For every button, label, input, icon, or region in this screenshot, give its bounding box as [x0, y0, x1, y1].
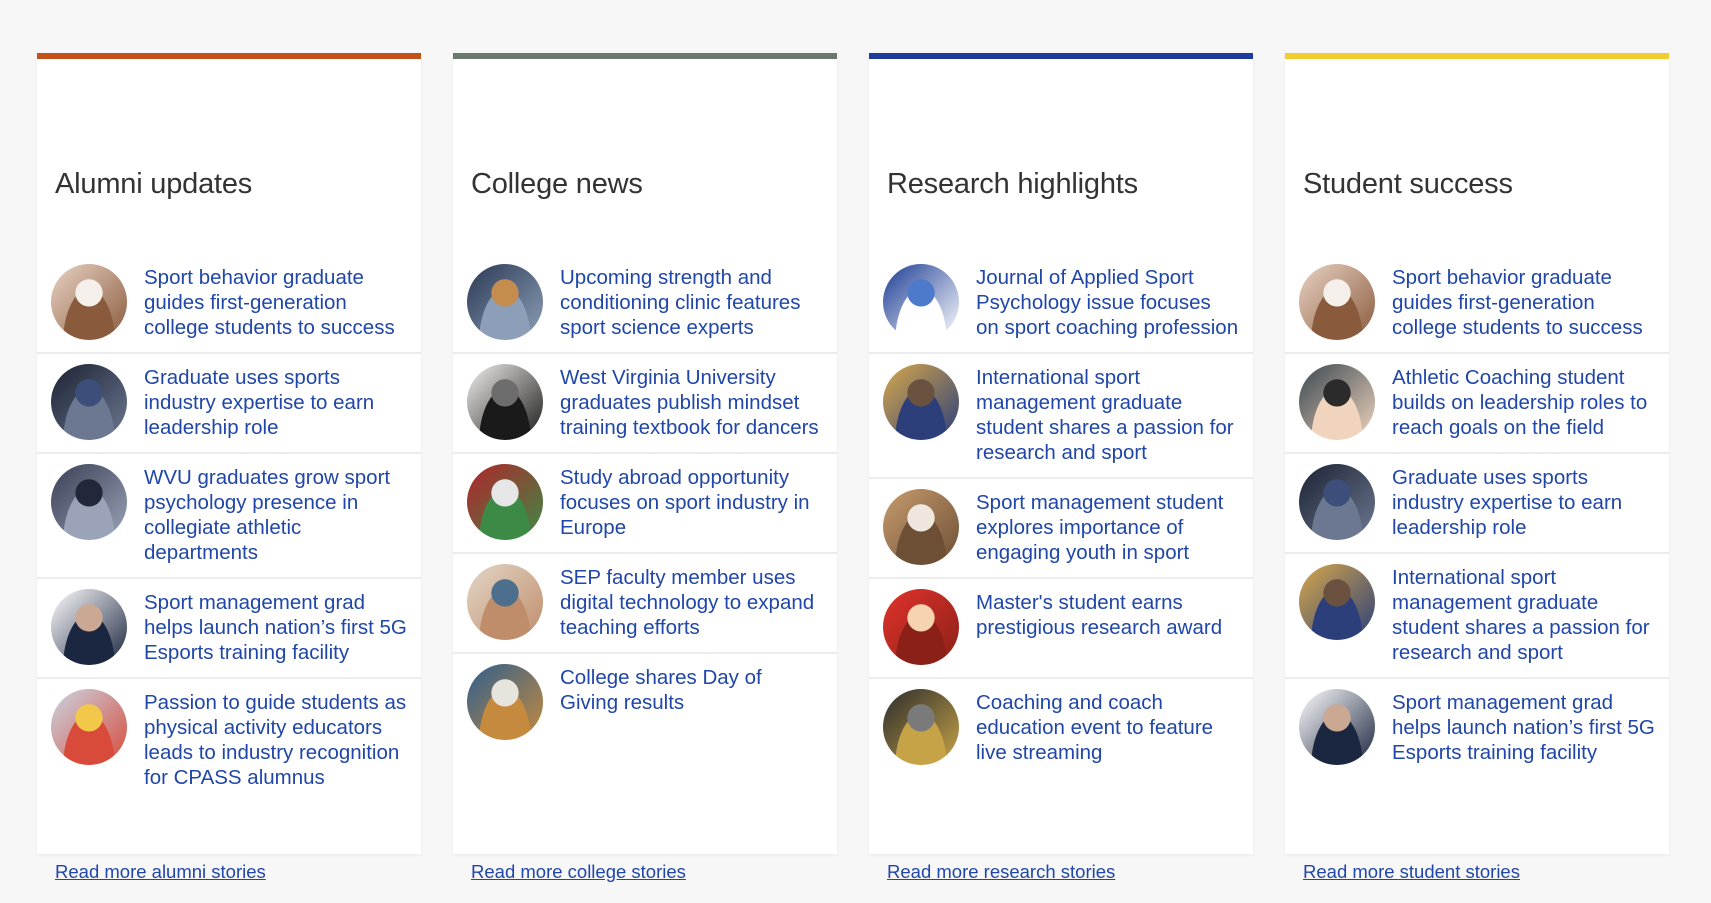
smiling-man-portrait-icon — [883, 589, 959, 665]
alumni-updates-card: Alumni updates Sport behavior graduate g… — [37, 53, 421, 882]
story-link[interactable]: Upcoming strength and conditioning clini… — [560, 264, 823, 340]
story-item[interactable]: Master's student earns prestigious resea… — [869, 579, 1253, 679]
card-title: Alumni updates — [55, 168, 253, 200]
story-link[interactable]: Athletic Coaching student builds on lead… — [1392, 364, 1655, 440]
young-man-portrait-icon — [1299, 364, 1375, 440]
story-item[interactable]: Graduate uses sports industry expertise … — [1285, 454, 1669, 554]
story-link[interactable]: Sport management student explores import… — [976, 489, 1239, 565]
story-link[interactable]: International sport management graduate … — [976, 364, 1239, 465]
card-title: College news — [471, 168, 643, 200]
story-link[interactable]: Study abroad opportunity focuses on spor… — [560, 464, 823, 540]
story-item[interactable]: SEP faculty member uses digital technolo… — [453, 554, 837, 654]
read-more-link[interactable]: Read more alumni stories — [55, 861, 266, 883]
story-item[interactable]: Sport behavior graduate guides first-gen… — [1285, 254, 1669, 354]
accent-bar — [1285, 53, 1669, 59]
story-link[interactable]: Coaching and coach education event to fe… — [976, 689, 1239, 765]
story-link[interactable]: Sport behavior graduate guides first-gen… — [144, 264, 407, 340]
stadium-photo-icon — [467, 464, 543, 540]
meeting-photo-icon — [467, 664, 543, 740]
gym-class-photo-icon — [51, 689, 127, 765]
man-portrait-icon — [467, 564, 543, 640]
story-item[interactable]: Sport management grad helps launch natio… — [37, 579, 421, 679]
weight-room-photo-icon — [883, 689, 959, 765]
accent-bar — [453, 53, 837, 59]
story-link[interactable]: SEP faculty member uses digital technolo… — [560, 564, 823, 640]
story-item[interactable]: WVU graduates grow sport psychology pres… — [37, 454, 421, 579]
story-item[interactable]: Journal of Applied Sport Psychology issu… — [869, 254, 1253, 354]
story-item[interactable]: Passion to guide students as physical ac… — [37, 679, 421, 802]
card-title: Student success — [1303, 168, 1513, 200]
read-more-link[interactable]: Read more student stories — [1303, 861, 1520, 883]
story-item[interactable]: Sport management grad helps launch natio… — [1285, 679, 1669, 777]
story-item[interactable]: Sport behavior graduate guides first-gen… — [37, 254, 421, 354]
story-list: Upcoming strength and conditioning clini… — [453, 254, 837, 752]
college-news-card: College news Upcoming strength and condi… — [453, 53, 837, 882]
jersey-presentation-photo-icon — [1299, 464, 1375, 540]
story-link[interactable]: Journal of Applied Sport Psychology issu… — [976, 264, 1239, 340]
story-link[interactable]: Sport management grad helps launch natio… — [1392, 689, 1655, 765]
story-link[interactable]: College shares Day of Giving results — [560, 664, 823, 715]
story-list: Journal of Applied Sport Psychology issu… — [869, 254, 1253, 777]
arena-portrait-icon — [1299, 564, 1375, 640]
story-item[interactable]: Sport management student explores import… — [869, 479, 1253, 579]
research-highlights-card: Research highlights Journal of Applied S… — [869, 53, 1253, 882]
woman-portrait-icon — [883, 489, 959, 565]
story-link[interactable]: Graduate uses sports industry expertise … — [1392, 464, 1655, 540]
student-success-card: Student success Sport behavior graduate … — [1285, 53, 1669, 882]
story-link[interactable]: Graduate uses sports industry expertise … — [144, 364, 407, 440]
story-link[interactable]: WVU graduates grow sport psychology pres… — [144, 464, 407, 565]
story-link[interactable]: West Virginia University graduates publi… — [560, 364, 823, 440]
accent-bar — [869, 53, 1253, 59]
journal-logo-icon — [883, 264, 959, 340]
man-portrait-icon — [1299, 689, 1375, 765]
accent-bar — [37, 53, 421, 59]
story-link[interactable]: Sport management grad helps launch natio… — [144, 589, 407, 665]
jersey-presentation-photo-icon — [51, 364, 127, 440]
story-link[interactable]: International sport management graduate … — [1392, 564, 1655, 665]
story-link[interactable]: Master's student earns prestigious resea… — [976, 589, 1239, 640]
story-link[interactable]: Sport behavior graduate guides first-gen… — [1392, 264, 1655, 340]
story-item[interactable]: Athletic Coaching student builds on lead… — [1285, 354, 1669, 454]
story-list: Sport behavior graduate guides first-gen… — [37, 254, 421, 802]
textbook-photo-icon — [467, 364, 543, 440]
story-link[interactable]: Passion to guide students as physical ac… — [144, 689, 407, 790]
read-more-link[interactable]: Read more college stories — [471, 861, 686, 883]
woman-portrait-icon — [1299, 264, 1375, 340]
story-item[interactable]: Upcoming strength and conditioning clini… — [453, 254, 837, 354]
story-item[interactable]: International sport management graduate … — [869, 354, 1253, 479]
read-more-link[interactable]: Read more research stories — [887, 861, 1115, 883]
man-portrait-icon — [51, 589, 127, 665]
story-item[interactable]: College shares Day of Giving results — [453, 654, 837, 752]
story-list: Sport behavior graduate guides first-gen… — [1285, 254, 1669, 777]
story-item[interactable]: Graduate uses sports industry expertise … — [37, 354, 421, 454]
news-board: Alumni updates Sport behavior graduate g… — [0, 0, 1711, 903]
classroom-photo-icon — [51, 464, 127, 540]
story-item[interactable]: Coaching and coach education event to fe… — [869, 679, 1253, 777]
story-item[interactable]: International sport management graduate … — [1285, 554, 1669, 679]
woman-portrait-icon — [51, 264, 127, 340]
arena-portrait-icon — [883, 364, 959, 440]
clinic-group-photo-icon — [467, 264, 543, 340]
story-item[interactable]: West Virginia University graduates publi… — [453, 354, 837, 454]
story-item[interactable]: Study abroad opportunity focuses on spor… — [453, 454, 837, 554]
card-title: Research highlights — [887, 168, 1138, 200]
